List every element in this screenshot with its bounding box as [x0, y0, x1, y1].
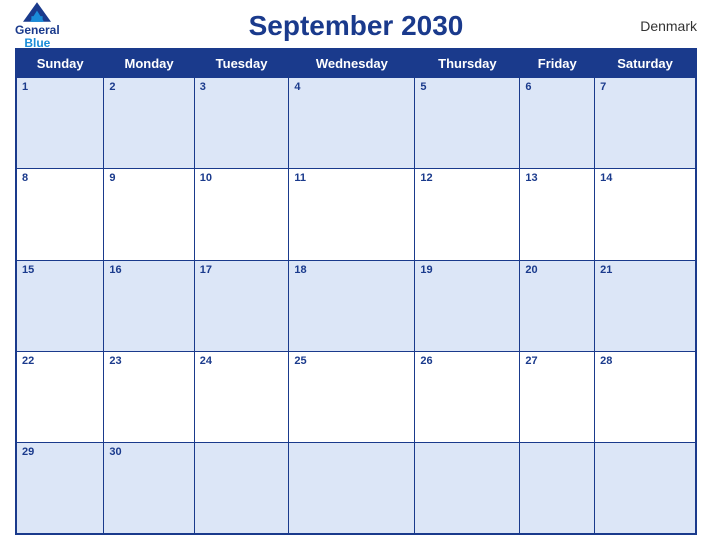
calendar-table: Sunday Monday Tuesday Wednesday Thursday…	[15, 48, 697, 535]
calendar-cell: 28	[595, 351, 696, 442]
logo-icon	[23, 2, 51, 22]
calendar-cell	[289, 443, 415, 534]
day-number: 15	[22, 264, 98, 276]
calendar-cell: 2	[104, 78, 194, 169]
calendar-cell: 9	[104, 169, 194, 260]
col-tuesday: Tuesday	[194, 49, 289, 78]
calendar-cell: 7	[595, 78, 696, 169]
calendar-row-1: 1234567	[16, 78, 696, 169]
calendar-cell: 11	[289, 169, 415, 260]
day-number: 30	[109, 446, 188, 458]
calendar-cell: 21	[595, 260, 696, 351]
calendar-cell: 16	[104, 260, 194, 351]
calendar-header: General Blue September 2030 Denmark	[15, 10, 697, 42]
day-number: 18	[294, 264, 409, 276]
day-number: 22	[22, 355, 98, 367]
calendar-cell: 26	[415, 351, 520, 442]
day-number: 2	[109, 81, 188, 93]
col-saturday: Saturday	[595, 49, 696, 78]
day-number: 14	[600, 172, 690, 184]
calendar-cell: 5	[415, 78, 520, 169]
calendar-cell: 17	[194, 260, 289, 351]
calendar-cell: 18	[289, 260, 415, 351]
calendar-cell: 29	[16, 443, 104, 534]
calendar-row-3: 15 16 17 18 19 20 21	[16, 260, 696, 351]
calendar-row-4: 22 23 24 25 26 27 28	[16, 351, 696, 442]
day-number: 5	[420, 81, 514, 93]
calendar-cell: 13	[520, 169, 595, 260]
logo-area: General Blue	[15, 2, 60, 50]
day-number: 6	[525, 81, 589, 93]
day-number: 20	[525, 264, 589, 276]
calendar-cell: 22	[16, 351, 104, 442]
calendar-cell	[194, 443, 289, 534]
day-number: 13	[525, 172, 589, 184]
day-number: 3	[200, 81, 284, 93]
calendar-title: September 2030	[249, 10, 464, 42]
calendar-container: General Blue September 2030 Denmark Sund…	[0, 0, 712, 550]
day-number: 10	[200, 172, 284, 184]
calendar-cell: 27	[520, 351, 595, 442]
header-row: Sunday Monday Tuesday Wednesday Thursday…	[16, 49, 696, 78]
day-number: 27	[525, 355, 589, 367]
col-thursday: Thursday	[415, 49, 520, 78]
calendar-cell: 1	[16, 78, 104, 169]
day-number: 7	[600, 81, 690, 93]
day-number: 29	[22, 446, 98, 458]
day-number: 26	[420, 355, 514, 367]
day-number: 8	[22, 172, 98, 184]
calendar-cell: 6	[520, 78, 595, 169]
calendar-cell: 20	[520, 260, 595, 351]
calendar-cell: 3	[194, 78, 289, 169]
day-number: 9	[109, 172, 188, 184]
calendar-cell: 24	[194, 351, 289, 442]
day-number: 28	[600, 355, 690, 367]
day-number: 17	[200, 264, 284, 276]
day-number: 16	[109, 264, 188, 276]
col-wednesday: Wednesday	[289, 49, 415, 78]
calendar-cell	[595, 443, 696, 534]
day-number: 23	[109, 355, 188, 367]
col-sunday: Sunday	[16, 49, 104, 78]
day-number: 21	[600, 264, 690, 276]
day-number: 12	[420, 172, 514, 184]
calendar-cell: 14	[595, 169, 696, 260]
day-number: 4	[294, 81, 409, 93]
country-label: Denmark	[640, 18, 697, 34]
calendar-cell: 25	[289, 351, 415, 442]
col-monday: Monday	[104, 49, 194, 78]
day-number: 25	[294, 355, 409, 367]
day-number: 1	[22, 81, 98, 93]
calendar-cell: 19	[415, 260, 520, 351]
calendar-cell	[415, 443, 520, 534]
calendar-cell: 15	[16, 260, 104, 351]
logo-blue: Blue	[24, 37, 50, 50]
calendar-cell: 8	[16, 169, 104, 260]
calendar-cell: 30	[104, 443, 194, 534]
calendar-row-5: 29 30	[16, 443, 696, 534]
day-number: 19	[420, 264, 514, 276]
calendar-cell: 10	[194, 169, 289, 260]
calendar-cell: 23	[104, 351, 194, 442]
day-number: 11	[294, 172, 409, 184]
day-number: 24	[200, 355, 284, 367]
calendar-row-2: 89 10 11 12 13 14	[16, 169, 696, 260]
calendar-cell: 12	[415, 169, 520, 260]
calendar-cell: 4	[289, 78, 415, 169]
col-friday: Friday	[520, 49, 595, 78]
calendar-cell	[520, 443, 595, 534]
